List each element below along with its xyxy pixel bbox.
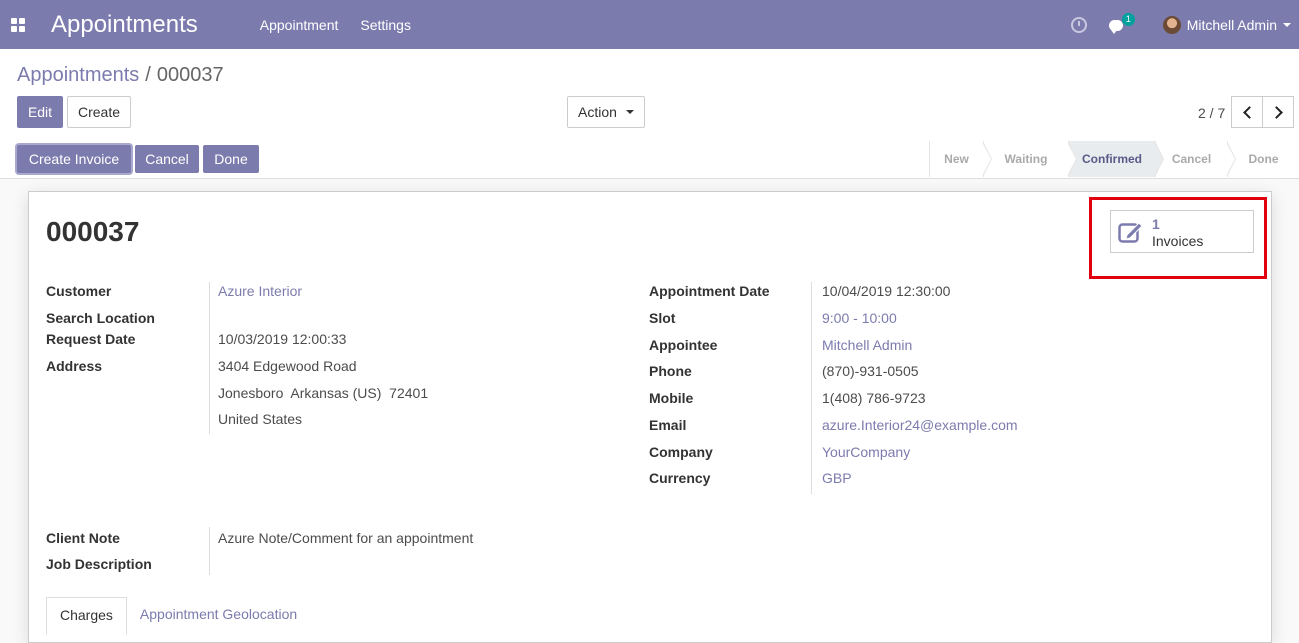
email-label: Email (649, 417, 687, 433)
messages-button[interactable]: 1 (1108, 12, 1135, 34)
stage-pipeline: New Waiting Confirmed Cancel Done (929, 141, 1299, 177)
stage-confirmed[interactable]: Confirmed (1068, 141, 1164, 177)
breadcrumb-parent[interactable]: Appointments (17, 64, 139, 86)
slot-label: Slot (649, 310, 676, 326)
appointee-label: Appointee (649, 337, 718, 353)
search-location-label: Search Location (46, 310, 155, 326)
stage-label: New (944, 152, 969, 166)
job-description-label: Job Description (46, 556, 152, 572)
clock-icon[interactable] (1070, 16, 1087, 33)
highlight-box (1089, 197, 1267, 279)
tab-appointment-geolocation[interactable]: Appointment Geolocation (127, 597, 310, 635)
menu-settings[interactable]: Settings (360, 17, 411, 33)
apps-icon[interactable] (11, 17, 25, 32)
client-note-value: Azure Note/Comment for an appointment (218, 530, 474, 546)
caret-down-icon[interactable] (1283, 22, 1291, 27)
stage-cancel[interactable]: Cancel (1155, 141, 1236, 177)
mobile-label: Mobile (649, 390, 694, 406)
slot-value[interactable]: 9:00 - 10:00 (822, 310, 897, 326)
notes-divider (209, 527, 210, 575)
top-navbar: Appointments Appointment Settings 1 Mitc… (0, 0, 1299, 49)
stage-label: Confirmed (1082, 152, 1142, 166)
company-value[interactable]: YourCompany (822, 444, 910, 460)
stage-label: Done (1248, 152, 1279, 166)
phone-value: (870)-931-0505 (822, 363, 919, 379)
mobile-value: 1(408) 786-9723 (822, 390, 926, 406)
form-sheet: 000037 1 Invoices Customer Azure Interio… (28, 191, 1272, 643)
stage-waiting[interactable]: Waiting (983, 141, 1077, 177)
action-label: Action (578, 104, 617, 120)
tab-charges[interactable]: Charges (46, 597, 127, 635)
action-dropdown[interactable]: Action (567, 96, 645, 128)
status-bar: Create Invoice Cancel Done New Waiting C… (0, 141, 1299, 179)
currency-value[interactable]: GBP (822, 470, 852, 486)
currency-label: Currency (649, 470, 711, 486)
control-panel: Appointments /000037 Edit Create Action 2… (0, 49, 1299, 142)
edit-button[interactable]: Edit (17, 96, 63, 128)
create-button[interactable]: Create (67, 96, 131, 128)
pager-next-button[interactable] (1262, 96, 1294, 128)
request-date-value: 10/03/2019 12:00:33 (218, 331, 347, 347)
pager-value[interactable]: 2 / 7 (1198, 105, 1225, 121)
customer-value[interactable]: Azure Interior (218, 283, 302, 299)
breadcrumb-current: 000037 (156, 64, 224, 86)
app-brand[interactable]: Appointments (51, 11, 198, 39)
left-group-divider (209, 282, 210, 434)
chevron-left-icon (1242, 105, 1256, 119)
address-line-1: 3404 Edgewood Road (218, 358, 357, 374)
notebook-tabs: Charges Appointment Geolocation (46, 597, 310, 635)
appointment-date-label: Appointment Date (649, 283, 770, 299)
record-title: 000037 (46, 216, 140, 247)
address-line-2: Jonesboro Arkansas (US) 72401 (218, 385, 429, 401)
chevron-right-icon (1269, 105, 1283, 119)
done-button[interactable]: Done (203, 145, 259, 173)
phone-label: Phone (649, 363, 692, 379)
company-label: Company (649, 444, 713, 460)
appointee-value[interactable]: Mitchell Admin (822, 337, 912, 353)
user-menu[interactable]: Mitchell Admin (1187, 17, 1277, 33)
customer-label: Customer (46, 283, 112, 299)
breadcrumb: Appointments /000037 (17, 64, 224, 87)
right-group-divider (811, 282, 812, 494)
cancel-button[interactable]: Cancel (135, 145, 199, 173)
stage-new[interactable]: New (929, 141, 992, 177)
avatar[interactable] (1162, 15, 1181, 34)
appointment-date-value: 10/04/2019 12:30:00 (822, 283, 951, 299)
create-invoice-button[interactable]: Create Invoice (17, 145, 131, 173)
breadcrumb-separator: / (145, 64, 151, 86)
stage-label: Cancel (1171, 152, 1212, 166)
chat-icon (1108, 19, 1123, 34)
email-value[interactable]: azure.Interior24@example.com (822, 417, 1018, 433)
stage-label: Waiting (1004, 152, 1048, 166)
pager-previous-button[interactable] (1231, 96, 1263, 128)
request-date-label: Request Date (46, 331, 136, 347)
address-label: Address (46, 358, 103, 374)
chevron-down-icon (625, 110, 634, 114)
client-note-label: Client Note (46, 530, 120, 546)
menu-appointment[interactable]: Appointment (260, 17, 339, 33)
address-line-3: United States (218, 411, 303, 427)
messages-badge: 1 (1121, 12, 1135, 26)
stage-done[interactable]: Done (1227, 141, 1299, 177)
